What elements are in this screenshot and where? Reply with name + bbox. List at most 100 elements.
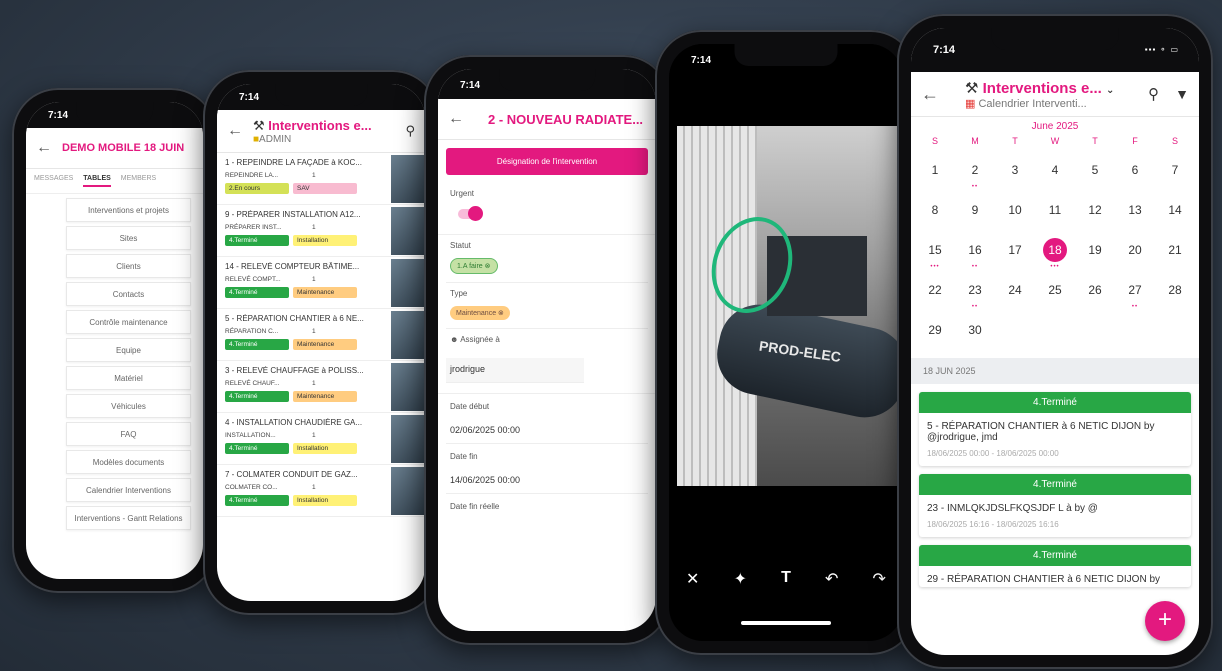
event-card[interactable]: 4.Terminé 5 - RÉPARATION CHANTIER à 6 NET… bbox=[919, 392, 1191, 466]
chevron-down-icon[interactable]: ⌄ bbox=[1106, 85, 1114, 96]
calendar-day[interactable]: 2 •• bbox=[955, 158, 995, 198]
text-icon[interactable]: T bbox=[781, 569, 791, 589]
back-arrow-icon[interactable]: ← bbox=[448, 110, 464, 128]
list-item[interactable]: 5 - RÉPARATION CHANTIER à 6 NE... RÉPARAT… bbox=[217, 309, 425, 361]
table-item[interactable]: Modèles documents bbox=[66, 450, 191, 474]
calendar-day[interactable]: 28 bbox=[1155, 278, 1195, 318]
calendar-day[interactable]: 8 bbox=[915, 198, 955, 238]
calendar-day[interactable]: 10 bbox=[995, 198, 1035, 238]
calendar-day[interactable]: 19 bbox=[1075, 238, 1115, 278]
statut-chip[interactable]: 1.A faire ⊗ bbox=[450, 258, 498, 274]
back-arrow-icon[interactable]: ← bbox=[36, 139, 52, 157]
end-date-field[interactable]: 14/06/2025 00:00 bbox=[446, 463, 648, 494]
list-item[interactable]: 14 - RELEVÉ COMPTEUR BÂTIME... RELEVÉ COM… bbox=[217, 257, 425, 309]
calendar-day[interactable]: 12 bbox=[1075, 198, 1115, 238]
calendar-day[interactable]: 4 bbox=[1035, 158, 1075, 198]
table-item[interactable]: Calendrier Interventions bbox=[66, 478, 191, 502]
back-arrow-icon[interactable]: ← bbox=[227, 122, 243, 140]
calendar-day[interactable]: 14 bbox=[1155, 198, 1195, 238]
clear-chip-icon[interactable]: ⊗ bbox=[485, 263, 491, 270]
tab-messages[interactable]: MESSAGES bbox=[34, 175, 73, 187]
calendar-day[interactable]: 16 •• bbox=[955, 238, 995, 278]
calendar-grid: S M T W T F S 1 2 •• 3 4 5 6 7 8 9 10 11 12 13 14 15 ••• 16 •• 17 1… bbox=[911, 136, 1199, 358]
header: ← ⚒ Interventions e... ■ADMIN ⚲ bbox=[217, 110, 425, 153]
statut-chip-text: 1.A faire bbox=[457, 263, 483, 270]
list-item[interactable]: 3 - RELEVÉ CHAUFFAGE à POLISS... RELEVÉ C… bbox=[217, 361, 425, 413]
page-subtitle-text: Calendrier Interventi... bbox=[978, 97, 1087, 110]
calendar-day[interactable]: 29 bbox=[915, 318, 955, 358]
filter-icon[interactable]: ▼ bbox=[1175, 86, 1189, 102]
calendar-day[interactable]: 23 •• bbox=[955, 278, 995, 318]
urgent-toggle[interactable] bbox=[458, 206, 483, 221]
item-short: REPEINDRE LA... bbox=[225, 172, 279, 179]
designation-section-button[interactable]: Désignation de l'intervention bbox=[446, 148, 648, 175]
calendar-day[interactable]: 30 bbox=[955, 318, 995, 358]
calendar-day[interactable]: 22 bbox=[915, 278, 955, 318]
calendar-day[interactable]: 15 ••• bbox=[915, 238, 955, 278]
calendar-day[interactable]: 21 bbox=[1155, 238, 1195, 278]
calendar-day[interactable]: 20 bbox=[1115, 238, 1155, 278]
calendar-day[interactable]: 3 bbox=[995, 158, 1035, 198]
screen: 7:14 ← DEMO MOBILE 18 JUIN MESSAGES TABL… bbox=[26, 102, 203, 579]
start-date-field[interactable]: 02/06/2025 00:00 bbox=[446, 413, 648, 444]
calendar-day[interactable]: 1 bbox=[915, 158, 955, 198]
event-status: 4.Terminé bbox=[919, 474, 1191, 495]
search-icon[interactable]: ⚲ bbox=[405, 123, 415, 139]
assignee-label: ☻ Assignée à bbox=[438, 329, 656, 346]
phone-intervention-form: 7:14 ← 2 - NOUVEAU RADIATE... Désignatio… bbox=[424, 55, 670, 645]
table-item[interactable]: Contrôle maintenance bbox=[66, 310, 191, 334]
table-item[interactable]: Clients bbox=[66, 254, 191, 278]
clear-chip-icon[interactable]: ⊗ bbox=[498, 310, 504, 317]
table-item[interactable]: Equipe bbox=[66, 338, 191, 362]
calendar-day[interactable]: 24 bbox=[995, 278, 1035, 318]
table-item[interactable]: Matériel bbox=[66, 366, 191, 390]
type-badge: SAV bbox=[293, 183, 357, 194]
item-short: RÉPARATION C... bbox=[225, 328, 279, 335]
list-item[interactable]: 1 - REPEINDRE LA FAÇADE à KOC... REPEINDR… bbox=[217, 153, 425, 205]
list-item[interactable]: 7 - COLMATER CONDUIT DE GAZ... COLMATER C… bbox=[217, 465, 425, 517]
calendar-day[interactable]: 6 bbox=[1115, 158, 1155, 198]
weekday-label: T bbox=[1012, 136, 1018, 146]
item-title: 5 - RÉPARATION CHANTIER à 6 NE... bbox=[225, 314, 364, 323]
event-card[interactable]: 4.Terminé 23 - INMLQKJDSLFKQSJDF L à by @… bbox=[919, 474, 1191, 537]
calendar-day[interactable]: 26 bbox=[1075, 278, 1115, 318]
tab-tables[interactable]: TABLES bbox=[83, 175, 111, 187]
calendar-day[interactable]: 17 bbox=[995, 238, 1035, 278]
event-title: 23 - INMLQKJDSLFKQSJDF L à by @ bbox=[927, 503, 1098, 514]
table-item[interactable]: Contacts bbox=[66, 282, 191, 306]
search-icon[interactable]: ⚲ bbox=[1148, 85, 1159, 103]
item-qty: 1 bbox=[312, 432, 316, 439]
magic-wand-icon[interactable]: ✦ bbox=[734, 569, 747, 589]
add-fab-button[interactable]: + bbox=[1145, 601, 1185, 641]
type-chip[interactable]: Maintenance ⊗ bbox=[450, 306, 510, 320]
calendar-day[interactable]: 11 bbox=[1035, 198, 1075, 238]
statut-field[interactable]: 1.A faire ⊗ bbox=[446, 252, 648, 283]
item-title: 7 - COLMATER CONDUIT DE GAZ... bbox=[225, 470, 358, 479]
table-item[interactable]: Interventions - Gantt Relations bbox=[66, 506, 191, 530]
redo-icon[interactable]: ↷ bbox=[872, 569, 885, 589]
calendar-day[interactable]: 7 bbox=[1155, 158, 1195, 198]
calendar-day[interactable]: 13 bbox=[1115, 198, 1155, 238]
type-badge: Maintenance bbox=[293, 287, 357, 298]
tab-members[interactable]: MEMBERS bbox=[121, 175, 156, 187]
calendar-day[interactable]: 27 •• bbox=[1115, 278, 1155, 318]
home-indicator bbox=[741, 621, 831, 625]
list-item[interactable]: 9 - PRÉPARER INSTALLATION A12... PRÉPARER… bbox=[217, 205, 425, 257]
calendar-day[interactable]: 9 bbox=[955, 198, 995, 238]
list-item[interactable]: 4 - INSTALLATION CHAUDIÈRE GA... INSTALLA… bbox=[217, 413, 425, 465]
calendar-day[interactable]: 5 bbox=[1075, 158, 1115, 198]
selected-day[interactable]: 18 bbox=[1043, 238, 1067, 262]
table-item[interactable]: Sites bbox=[66, 226, 191, 250]
back-arrow-icon[interactable]: ← bbox=[921, 84, 939, 105]
undo-icon[interactable]: ↶ bbox=[825, 569, 838, 589]
table-item[interactable]: Interventions et projets bbox=[66, 198, 191, 222]
screen: 7:14 ▪▪▪ ⚬ ▭ ← ⚒ Interventions e... ⌄ ▦ … bbox=[911, 28, 1199, 655]
table-item[interactable]: Véhicules bbox=[66, 394, 191, 418]
table-item[interactable]: FAQ bbox=[66, 422, 191, 446]
assignee-field[interactable]: jrodrigue bbox=[446, 358, 584, 383]
close-icon[interactable]: ✕ bbox=[686, 569, 699, 589]
calendar-day[interactable]: 25 bbox=[1035, 278, 1075, 318]
calendar-day[interactable]: 18 ••• bbox=[1035, 238, 1075, 278]
event-card[interactable]: 4.Terminé 29 - RÉPARATION CHANTIER à 6 NE… bbox=[919, 545, 1191, 587]
type-field[interactable]: Maintenance ⊗ bbox=[446, 300, 648, 329]
